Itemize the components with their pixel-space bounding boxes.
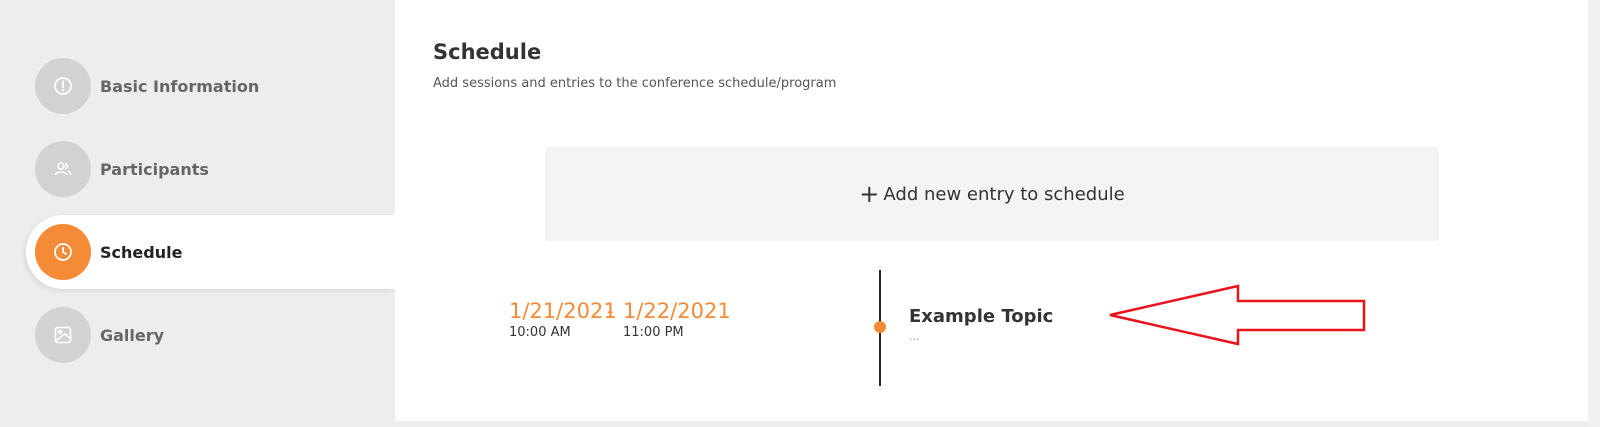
- schedule-entry[interactable]: 1/21/2021 10:00 AM - 1/22/2021 11:00 PM …: [495, 268, 1495, 386]
- page-subtitle: Add sessions and entries to the conferen…: [433, 76, 837, 91]
- end-date: 1/22/2021: [623, 299, 731, 323]
- image-icon: [35, 307, 91, 363]
- sidebar-item-gallery[interactable]: Gallery: [26, 298, 395, 372]
- start-datetime: 1/21/2021 10:00 AM: [509, 299, 617, 340]
- add-entry-button[interactable]: + Add new entry to schedule: [545, 147, 1439, 241]
- sidebar-item-label: Participants: [100, 159, 209, 179]
- sidebar-item-schedule[interactable]: Schedule: [26, 215, 395, 289]
- sidebar-item-participants[interactable]: Participants: [26, 132, 395, 206]
- entry-topic: Example Topic: [909, 306, 1054, 327]
- start-time: 10:00 AM: [509, 325, 571, 340]
- sidebar-item-label: Gallery: [100, 325, 165, 345]
- schedule-panel: Schedule Add sessions and entries to the…: [395, 0, 1588, 421]
- scrollbar-track[interactable]: [1588, 0, 1600, 427]
- page-title: Schedule: [433, 40, 542, 64]
- sidebar-item-label: Schedule: [100, 242, 183, 262]
- end-datetime: 1/22/2021 11:00 PM: [623, 299, 731, 340]
- plus-icon: +: [859, 180, 880, 208]
- add-entry-label: Add new entry to schedule: [883, 183, 1125, 205]
- date-separator: -: [607, 301, 614, 322]
- end-time: 11:00 PM: [623, 325, 684, 340]
- users-icon: [35, 141, 91, 197]
- start-date: 1/21/2021: [509, 299, 617, 323]
- timeline-dot: [874, 321, 886, 333]
- sidebar-item-basic-information[interactable]: Basic Information: [26, 49, 395, 123]
- entry-description: ...: [909, 330, 920, 343]
- sidebar-item-label: Basic Information: [100, 76, 260, 96]
- sidebar: Basic Information Participants Schedule: [0, 0, 395, 427]
- info-icon: [35, 58, 91, 114]
- clock-icon: [35, 224, 91, 280]
